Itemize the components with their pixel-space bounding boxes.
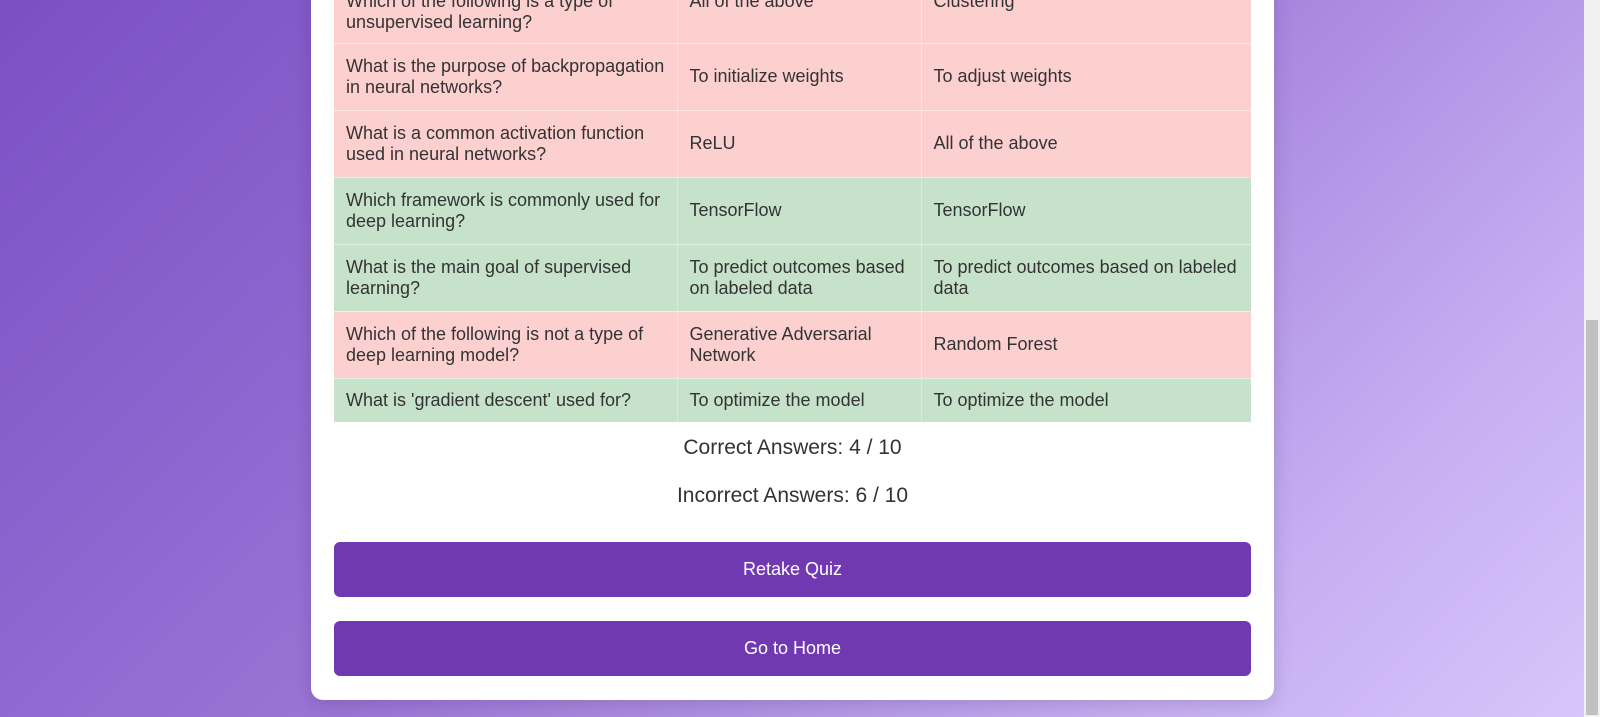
retake-quiz-button[interactable]: Retake Quiz	[334, 542, 1251, 597]
vertical-scrollbar[interactable]	[1584, 0, 1600, 717]
your-answer-cell: TensorFlow	[677, 177, 922, 244]
question-cell: Which of the following is a type of unsu…	[334, 0, 678, 43]
results-table: Which of the following is a type of unsu…	[334, 0, 1251, 423]
table-row: What is 'gradient descent' used for? To …	[334, 378, 1251, 422]
your-answer-cell: Generative Adversarial Network	[677, 311, 922, 378]
correct-answer-cell: To predict outcomes based on labeled dat…	[921, 244, 1251, 311]
correct-answer-cell: TensorFlow	[921, 177, 1251, 244]
incorrect-answers-summary: Incorrect Answers: 6 / 10	[676, 484, 909, 507]
scrollbar-thumb[interactable]	[1586, 320, 1598, 715]
table-row: Which of the following is not a type of …	[334, 311, 1251, 378]
question-cell: What is 'gradient descent' used for?	[334, 378, 678, 422]
results-table-container: Which of the following is a type of unsu…	[334, 0, 1251, 423]
results-card: Which of the following is a type of unsu…	[311, 0, 1274, 700]
question-cell: What is a common activation function use…	[334, 110, 678, 177]
correct-answer-cell: All of the above	[921, 110, 1251, 177]
table-row: Which of the following is a type of unsu…	[334, 0, 1251, 43]
question-cell: What is the main goal of supervised lear…	[334, 244, 678, 311]
question-cell: What is the purpose of backpropagation i…	[334, 43, 678, 110]
your-answer-cell: To predict outcomes based on labeled dat…	[677, 244, 922, 311]
correct-answer-cell: To optimize the model	[921, 378, 1251, 422]
your-answer-cell: To optimize the model	[677, 378, 922, 422]
table-row: What is a common activation function use…	[334, 110, 1251, 177]
table-row: What is the purpose of backpropagation i…	[334, 43, 1251, 110]
question-cell: Which framework is commonly used for dee…	[334, 177, 678, 244]
correct-answers-summary: Correct Answers: 4 / 10	[683, 436, 902, 459]
go-to-home-button[interactable]: Go to Home	[334, 621, 1251, 676]
correct-answer-cell: Clustering	[921, 0, 1251, 43]
question-cell: Which of the following is not a type of …	[334, 311, 678, 378]
table-row: What is the main goal of supervised lear…	[334, 244, 1251, 311]
your-answer-cell: To initialize weights	[677, 43, 922, 110]
your-answer-cell: ReLU	[677, 110, 922, 177]
your-answer-cell: All of the above	[677, 0, 922, 43]
correct-answer-cell: Random Forest	[921, 311, 1251, 378]
table-row: Which framework is commonly used for dee…	[334, 177, 1251, 244]
correct-answer-cell: To adjust weights	[921, 43, 1251, 110]
